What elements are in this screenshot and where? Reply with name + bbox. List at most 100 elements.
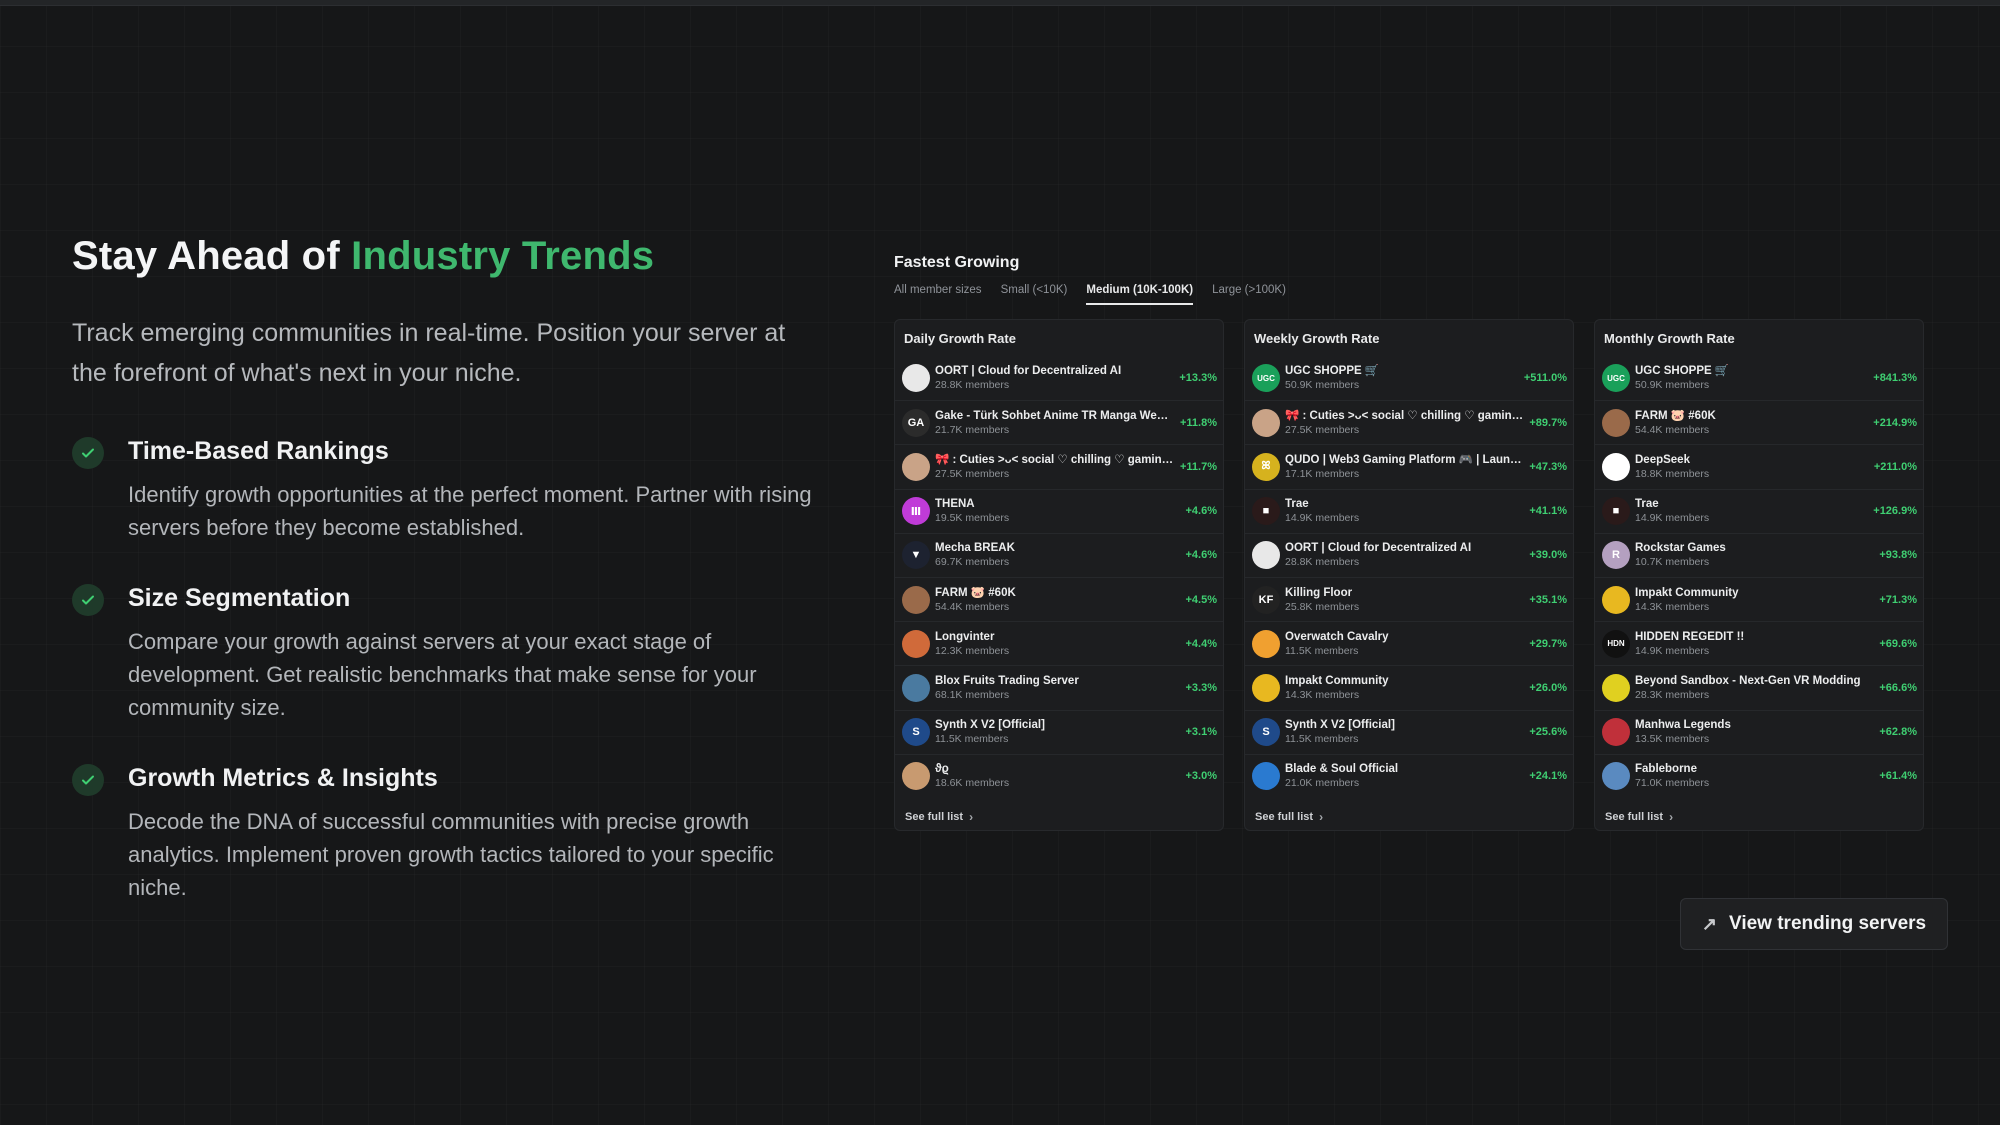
growth-percent: +39.0% — [1529, 549, 1567, 562]
server-avatar: Ⅲ — [902, 497, 930, 526]
server-row[interactable]: Longvinter 12.3K members +4.4% — [895, 621, 1223, 665]
arrow-up-right-icon: ↗ — [1701, 913, 1717, 934]
server-name: FARM 🐷 #60K — [935, 586, 1016, 599]
server-members: 18.8K members — [1635, 467, 1710, 480]
check-icon — [72, 764, 104, 796]
server-info: QUDO | Web3 Gaming Platform 🎮 | Launc...… — [1285, 453, 1523, 481]
server-info: Trae 14.9K members — [1635, 497, 1867, 525]
server-name: Longvinter — [935, 630, 995, 643]
view-trending-servers-button[interactable]: ↗ View trending servers — [1680, 898, 1948, 950]
server-row[interactable]: S Synth X V2 [Official] 11.5K members +25.6… — [1245, 709, 1573, 754]
growth-percent: +3.0% — [1185, 770, 1218, 783]
server-members: 17.1K members — [1285, 467, 1360, 480]
server-row[interactable]: ■ Trae 14.9K members +41.1% — [1245, 488, 1573, 533]
server-row[interactable]: UGC UGC SHOPPE 🛒 50.9K members +511.0% — [1245, 356, 1573, 400]
server-row[interactable]: KF Killing Floor 25.8K members +35.1% — [1245, 576, 1573, 621]
server-row[interactable]: Blade & Soul Official 21.0K members +24.1% — [1245, 753, 1573, 798]
see-full-list-link[interactable]: See full list › — [1245, 798, 1573, 824]
see-full-list-link[interactable]: See full list › — [895, 798, 1223, 824]
growth-percent: +4.6% — [1185, 549, 1218, 562]
chevron-right-icon: › — [1319, 809, 1324, 824]
headline-accent: Industry Trends — [351, 234, 655, 278]
server-row[interactable]: GA Gake - Türk Sohbet Anime TR Manga Webt… — [895, 400, 1223, 444]
growth-percent: +25.6% — [1529, 726, 1567, 739]
card-title: Weekly Growth Rate — [1254, 331, 1380, 346]
server-info: Fableborne 71.0K members — [1635, 762, 1873, 790]
server-name: Mecha BREAK — [935, 542, 1015, 555]
fastest-growing-panel: Fastest Growing All member sizes Small (… — [894, 254, 1926, 831]
server-row[interactable]: HDN HIDDEN REGEDIT !! 14.9K members +69.6% — [1595, 621, 1923, 665]
server-avatar: UGC — [1602, 364, 1630, 393]
server-info: Blox Fruits Trading Server 68.1K members — [935, 674, 1180, 702]
server-name: FARM 🐷 #60K — [1635, 409, 1716, 422]
feature-title: Time-Based Rankings — [128, 437, 389, 465]
server-members: 25.8K members — [1285, 600, 1360, 613]
server-name: Impakt Community — [1285, 674, 1389, 687]
server-info: UGC SHOPPE 🛒 50.9K members — [1285, 364, 1518, 392]
tab-all-member-sizes[interactable]: All member sizes — [894, 284, 982, 305]
server-avatar — [1602, 718, 1630, 747]
server-row[interactable]: Overwatch Cavalry 11.5K members +29.7% — [1245, 621, 1573, 665]
server-row[interactable]: 🎀 : Cuties >ᴗ< social ♡ chilling ♡ gamin… — [895, 444, 1223, 488]
server-info: OORT | Cloud for Decentralized AI 28.8K m… — [935, 364, 1173, 392]
top-border — [0, 0, 2000, 6]
server-row[interactable]: ▼ Mecha BREAK 69.7K members +4.6% — [895, 532, 1223, 577]
server-info: Impakt Community 14.3K members — [1285, 674, 1523, 702]
server-info: Rockstar Games 10.7K members — [1635, 541, 1873, 569]
server-row[interactable]: FARM 🐷 #60K 54.4K members +214.9% — [1595, 400, 1923, 444]
server-members: 28.8K members — [1285, 556, 1360, 569]
server-row[interactable]: UGC UGC SHOPPE 🛒 50.9K members +841.3% — [1595, 356, 1923, 400]
server-row[interactable]: Blox Fruits Trading Server 68.1K members +… — [895, 665, 1223, 709]
growth-percent: +71.3% — [1879, 593, 1917, 606]
growth-percent: +11.8% — [1179, 416, 1217, 429]
growth-percent: +4.6% — [1185, 505, 1218, 518]
growth-percent: +47.3% — [1529, 460, 1567, 473]
server-info: UGC SHOPPE 🛒 50.9K members — [1635, 364, 1867, 392]
server-row[interactable]: OORT | Cloud for Decentralized AI 28.8K m… — [1245, 532, 1573, 577]
server-members: 21.7K members — [935, 423, 1010, 436]
growth-percent: +26.0% — [1529, 681, 1567, 694]
see-full-list-label: See full list — [905, 810, 964, 823]
server-avatar — [902, 629, 930, 658]
server-row[interactable]: DeepSeek 18.8K members +211.0% — [1595, 444, 1923, 488]
server-row[interactable]: Manhwa Legends 13.5K members +62.8% — [1595, 709, 1923, 754]
server-members: 28.3K members — [1635, 688, 1710, 701]
server-row[interactable]: ■ Trae 14.9K members +126.9% — [1595, 488, 1923, 533]
tab-large[interactable]: Large (>100K) — [1212, 284, 1286, 305]
growth-percent: +4.5% — [1185, 593, 1218, 606]
server-members: 11.5K members — [935, 733, 1009, 746]
server-members: 21.0K members — [1285, 777, 1360, 790]
server-row[interactable]: ϑϱ 18.6K members +3.0% — [895, 753, 1223, 798]
server-row[interactable]: Impakt Community 14.3K members +26.0% — [1245, 665, 1573, 709]
server-avatar: ■ — [1252, 497, 1280, 526]
growth-percent: +35.1% — [1529, 593, 1567, 606]
server-row[interactable]: ꕤ QUDO | Web3 Gaming Platform 🎮 | Launc..… — [1245, 444, 1573, 488]
server-row[interactable]: S Synth X V2 [Official] 11.5K members +3.1% — [895, 709, 1223, 754]
server-row[interactable]: R Rockstar Games 10.7K members +93.8% — [1595, 532, 1923, 577]
see-full-list-link[interactable]: See full list › — [1595, 798, 1923, 824]
server-row[interactable]: FARM 🐷 #60K 54.4K members +4.5% — [895, 576, 1223, 621]
growth-percent: +69.6% — [1879, 637, 1917, 650]
server-name: Killing Floor — [1285, 586, 1353, 599]
server-avatar — [902, 673, 930, 702]
server-members: 11.5K members — [1285, 733, 1359, 746]
server-name: DeepSeek — [1635, 453, 1690, 466]
server-row[interactable]: Beyond Sandbox - Next-Gen VR Modding 28.3… — [1595, 665, 1923, 709]
server-name: OORT | Cloud for Decentralized AI — [1285, 542, 1472, 555]
feature-description: Compare your growth against servers at y… — [128, 629, 757, 720]
growth-cards: Daily Growth Rate OORT | Cloud for Decen… — [894, 319, 1926, 831]
card-title: Daily Growth Rate — [904, 331, 1016, 346]
growth-percent: +841.3% — [1873, 372, 1917, 385]
server-row[interactable]: Fableborne 71.0K members +61.4% — [1595, 753, 1923, 798]
server-info: FARM 🐷 #60K 54.4K members — [935, 586, 1180, 614]
server-info: Impakt Community 14.3K members — [1635, 586, 1873, 614]
server-row[interactable]: 🎀 : Cuties >ᴗ< social ♡ chilling ♡ gamin… — [1245, 400, 1573, 444]
hero-lead: Track emerging communities in real-time.… — [72, 319, 786, 387]
chevron-right-icon: › — [1669, 809, 1674, 824]
server-row[interactable]: Ⅲ THENA 19.5K members +4.6% — [895, 488, 1223, 533]
server-row[interactable]: Impakt Community 14.3K members +71.3% — [1595, 576, 1923, 621]
tab-small[interactable]: Small (<10K) — [1001, 284, 1068, 305]
tab-medium[interactable]: Medium (10K-100K) — [1086, 284, 1194, 305]
server-row[interactable]: OORT | Cloud for Decentralized AI 28.8K m… — [895, 356, 1223, 400]
server-members: 18.6K members — [935, 777, 1010, 790]
